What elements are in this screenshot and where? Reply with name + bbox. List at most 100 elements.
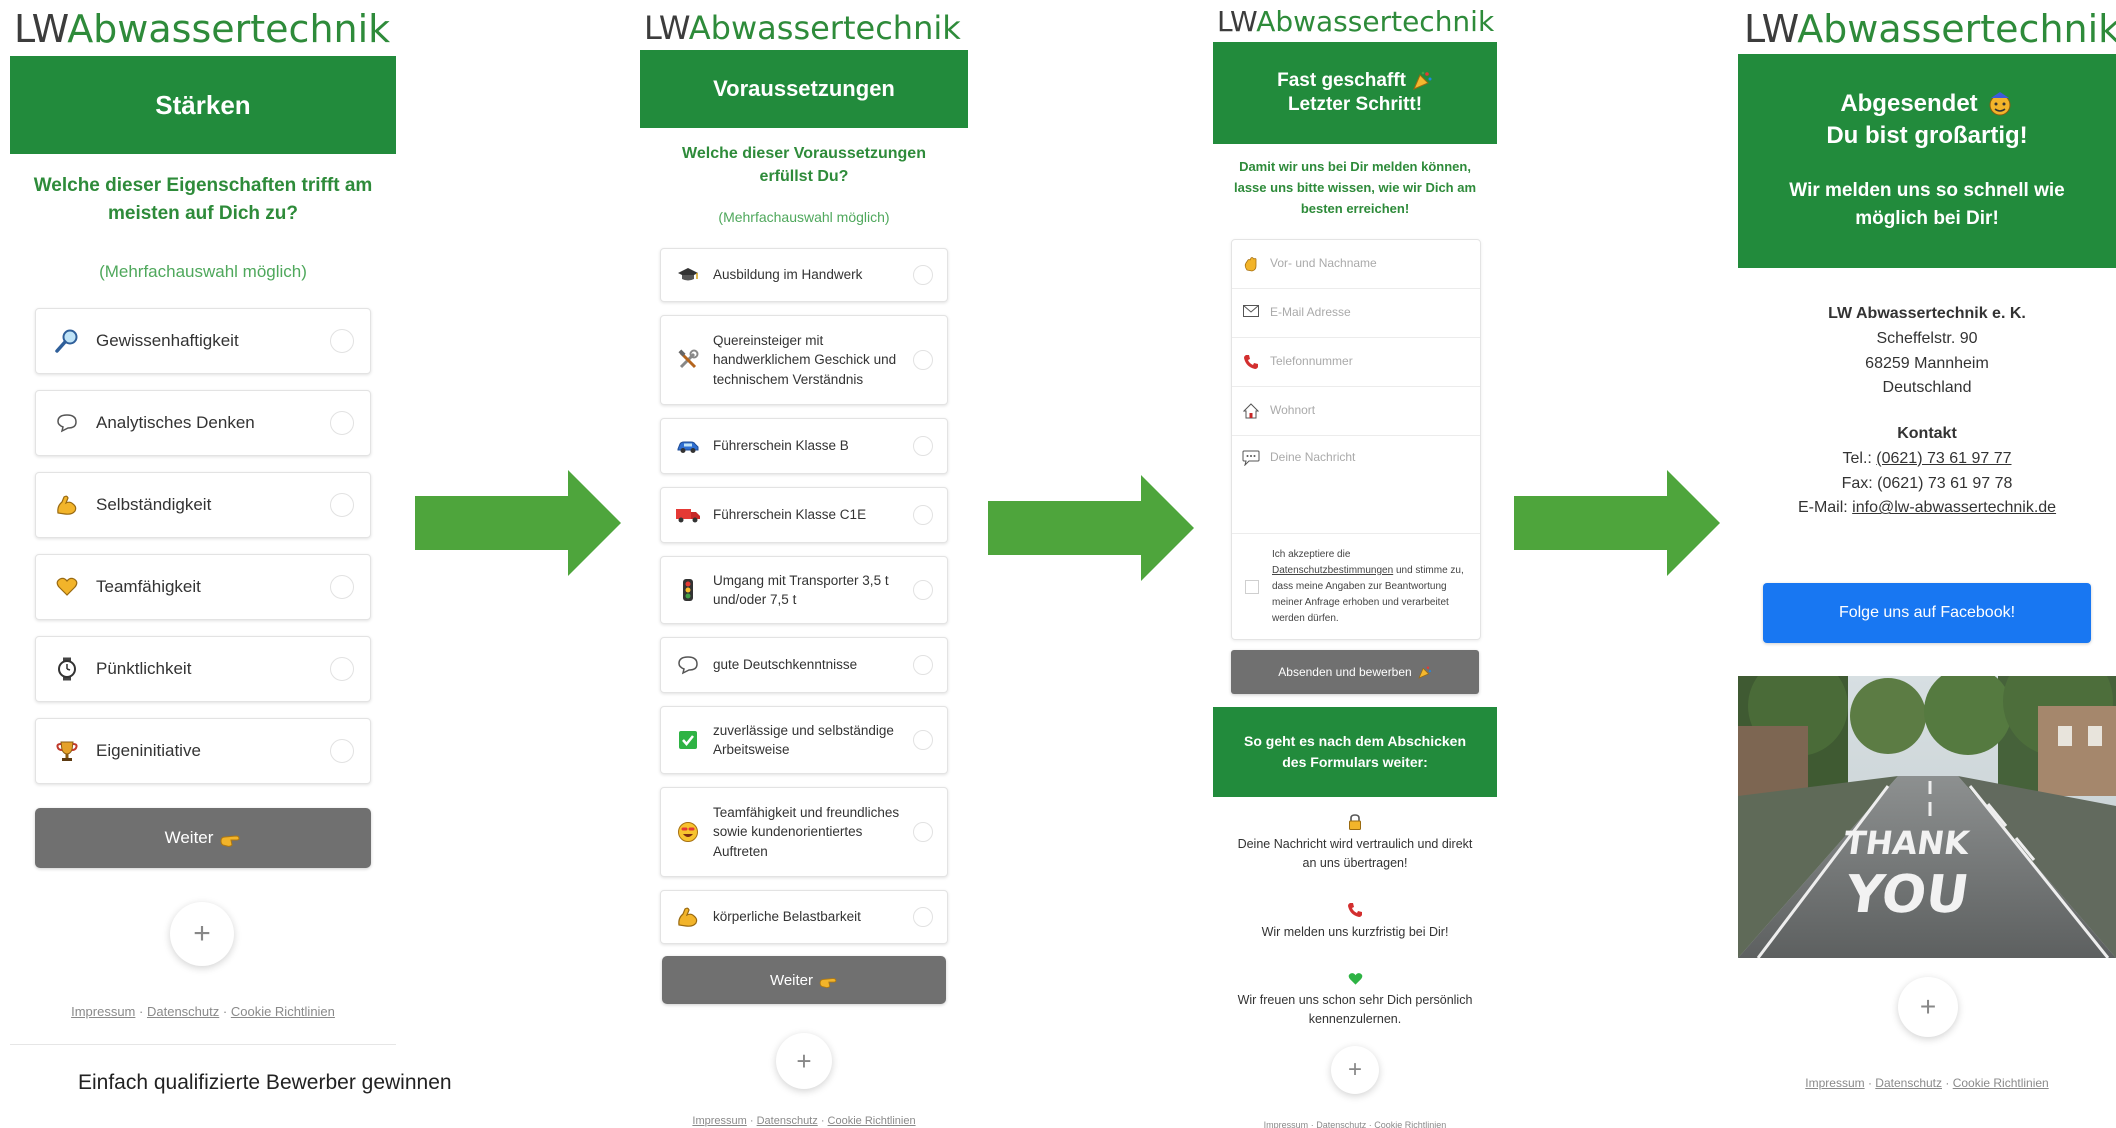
email-input[interactable]: E-Mail Adresse [1232,289,1480,338]
cookie-link[interactable]: Cookie Richtlinien [231,1004,335,1019]
check-box-icon [675,730,701,750]
add-button[interactable]: + [1331,1046,1379,1094]
option-radio[interactable] [330,575,354,599]
speech-bubble-icon [675,655,701,675]
option-radio[interactable] [913,907,933,927]
next-button[interactable]: Weiter [35,808,371,868]
arrow-right-icon [415,470,621,576]
option-3[interactable]: Führerschein Klasse B [660,418,948,474]
contact-form: Vor- und Nachname E-Mail Adresse Telefon… [1231,239,1481,640]
add-button[interactable]: + [1898,977,1958,1037]
city: 68259 Mannheim [1865,354,1989,372]
option-label: körperliche Belastbarkeit [713,909,861,925]
option-radio[interactable] [330,493,354,517]
consent-row: Ich akzeptiere die Datenschutzbestimmung… [1232,534,1480,639]
flexed-biceps-icon [52,494,82,516]
header-band: Fast geschafft Letzter Schritt! [1213,42,1497,144]
email-link[interactable]: info@lw-abwassertechnik.de [1852,499,2056,516]
cookie-link[interactable]: Cookie Richtlinien [1953,1076,2049,1090]
option-radio[interactable] [913,436,933,456]
green-heart-icon [1348,973,1362,985]
speech-bubble-icon [52,413,82,433]
option-6[interactable]: gute Deutschkenntnisse [660,637,948,693]
option-radio[interactable] [330,411,354,435]
step-1: Deine Nachricht wird vertraulich und dir… [1213,814,1497,873]
option-7[interactable]: zuverlässige und selbständige Arbeitswei… [660,706,948,774]
footer-links: Impressum · Datenschutz · Cookie Richtli… [692,1115,916,1127]
contact-block: Kontakt Tel.: (0621) 73 61 97 77 Fax: (0… [1738,422,2116,521]
page-title: Voraussetzungen [713,76,895,101]
brand-logo: LWAbwassertechnik [14,7,391,51]
option-4[interactable]: Führerschein Klasse C1E [660,487,948,543]
watch-icon [52,657,82,681]
city-input[interactable]: Wohnort [1232,387,1480,436]
phone-link[interactable]: (0621) 73 61 97 77 [1876,450,2011,467]
message-input[interactable]: Deine Nachricht [1232,436,1480,534]
option-radio[interactable] [913,580,933,600]
impressum-link[interactable]: Impressum [71,1004,135,1019]
name-placeholder: Vor- und Nachname [1270,256,1377,270]
privacy-link[interactable]: Datenschutzbestimmungen [1272,565,1393,576]
impressum-link[interactable]: Impressum [1805,1076,1864,1090]
option-radio[interactable] [913,822,933,842]
option-5[interactable]: Umgang mit Transporter 3,5 t und/oder 7,… [660,556,948,624]
lock-icon [1349,814,1361,830]
option-label: Analytisches Denken [96,412,255,432]
footer-links: Impressum · Datenschutz · Cookie Richtli… [1805,1076,2049,1090]
company-name: LW Abwassertechnik e. K. [1828,305,2026,322]
question: Welche dieser Eigenschaften trifft am me… [33,175,373,224]
datenschutz-link[interactable]: Datenschutz [757,1115,818,1127]
consent-checkbox[interactable] [1245,579,1259,594]
option-radio[interactable] [913,505,933,525]
option-1[interactable]: Ausbildung im Handwerk [660,248,948,302]
option-2[interactable]: Quereinsteiger mit handwerklichem Geschi… [660,315,948,405]
impressum-link[interactable]: Impressum [692,1115,746,1127]
option-radio[interactable] [913,655,933,675]
envelope-icon [1243,305,1259,317]
datenschutz-link[interactable]: Datenschutz [1875,1076,1942,1090]
option-label: Führerschein Klasse C1E [713,507,867,523]
option-5[interactable]: Pünktlichkeit [35,636,371,702]
phone-placeholder: Telefonnummer [1270,354,1353,368]
party-popper-icon [1412,71,1432,91]
consent-text: Ich akzeptiere die Datenschutzbestimmung… [1272,548,1464,624]
city-placeholder: Wohnort [1270,403,1316,417]
company-address: LW Abwassertechnik e. K. Scheffelstr. 90… [1738,302,2116,401]
header-band: Voraussetzungen [640,50,968,128]
option-radio[interactable] [913,265,933,285]
question: Welche dieser Voraussetzungen erfüllst D… [682,145,926,186]
option-2[interactable]: Analytisches Denken [35,390,371,456]
street: Scheffelstr. 90 [1876,329,1978,347]
brand-logo: LWAbwassertechnik [1744,7,2116,51]
next-button[interactable]: Weiter [662,956,946,1004]
option-8[interactable]: Teamfähigkeit und freundliches sowie kun… [660,787,948,877]
contact-heading: Kontakt [1897,425,1957,442]
option-1[interactable]: Gewissenhaftigkeit [35,308,371,374]
datenschutz-link[interactable]: Datenschutz [1316,1120,1366,1128]
cookie-link[interactable]: Cookie Richtlinien [828,1115,916,1127]
datenschutz-link[interactable]: Datenschutz [147,1004,219,1019]
option-radio[interactable] [330,657,354,681]
add-button[interactable]: + [170,902,234,966]
option-6[interactable]: Eigeninitiative [35,718,371,784]
option-radio[interactable] [913,730,933,750]
facebook-button[interactable]: Folge uns auf Facebook! [1763,583,2091,643]
option-3[interactable]: Selbständigkeit [35,472,371,538]
page-title: Stärken [155,89,251,120]
cookie-link[interactable]: Cookie Richtlinien [1374,1120,1446,1128]
option-radio[interactable] [913,350,933,370]
phone-input[interactable]: Telefonnummer [1232,338,1480,387]
option-4[interactable]: Teamfähigkeit [35,554,371,620]
page-subtitle: Du bist großartig! [1826,121,2028,149]
option-9[interactable]: körperliche Belastbarkeit [660,890,948,944]
option-radio[interactable] [330,739,354,763]
multi-select-hint: (Mehrfachauswahl möglich) [718,209,890,225]
option-radio[interactable] [330,329,354,353]
multi-select-hint: (Mehrfachauswahl möglich) [99,262,307,281]
submit-button[interactable]: Absenden und bewerben [1231,650,1479,694]
name-input[interactable]: Vor- und Nachname [1232,240,1480,289]
option-label: Ausbildung im Handwerk [713,267,863,283]
impressum-link[interactable]: Impressum [1264,1120,1309,1128]
party-popper-icon [1418,666,1431,679]
add-button[interactable]: + [776,1033,832,1089]
